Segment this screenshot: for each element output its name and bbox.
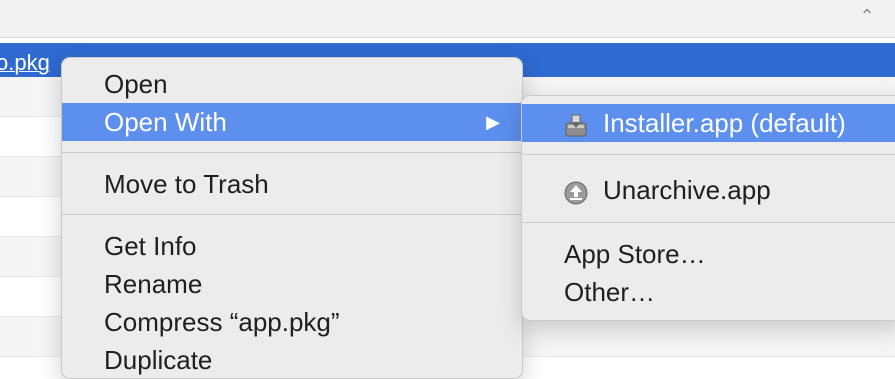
unarchive-icon (563, 178, 589, 205)
submenu-item-label: App Store… (564, 239, 706, 269)
context-menu: Open Open With ▶ Move to Trash Get Info … (61, 57, 523, 379)
open-with-submenu: Installer.app (default) Unarchive.app Ap… (521, 95, 895, 321)
menu-separator (62, 152, 522, 153)
menu-item-label: Duplicate (104, 345, 213, 375)
menu-separator (62, 214, 522, 215)
menu-item-move-to-trash[interactable]: Move to Trash (62, 165, 522, 203)
menu-item-label: Compress “app.pkg” (104, 307, 340, 337)
menu-separator (522, 222, 895, 223)
submenu-item-unarchive[interactable]: Unarchive.app (522, 171, 895, 209)
menu-item-compress[interactable]: Compress “app.pkg” (62, 303, 522, 341)
submenu-item-label: Unarchive.app (603, 175, 771, 205)
submenu-item-other[interactable]: Other… (522, 273, 895, 311)
submenu-item-label: Other… (564, 277, 656, 307)
submenu-item-installer[interactable]: Installer.app (default) (522, 104, 895, 142)
menu-item-duplicate[interactable]: Duplicate (62, 341, 522, 379)
installer-icon (563, 111, 589, 137)
menu-item-label: Open (104, 69, 168, 99)
menu-item-open[interactable]: Open (62, 65, 522, 103)
menu-item-open-with[interactable]: Open With ▶ (62, 103, 522, 141)
menu-item-label: Move to Trash (104, 169, 269, 199)
finder-header: ⌃ (0, 0, 895, 38)
menu-item-rename[interactable]: Rename (62, 265, 522, 303)
submenu-arrow-icon: ▶ (486, 112, 500, 132)
chevron-up-icon[interactable]: ⌃ (857, 6, 877, 26)
menu-item-label: Rename (104, 269, 203, 299)
menu-item-get-info[interactable]: Get Info (62, 227, 522, 265)
submenu-item-app-store[interactable]: App Store… (522, 235, 895, 273)
menu-item-label: Get Info (104, 231, 197, 261)
submenu-item-label: Installer.app (default) (603, 108, 846, 138)
menu-item-label: Open With (104, 107, 227, 137)
selected-file-name: o.pkg (0, 50, 50, 75)
menu-separator (522, 154, 895, 155)
